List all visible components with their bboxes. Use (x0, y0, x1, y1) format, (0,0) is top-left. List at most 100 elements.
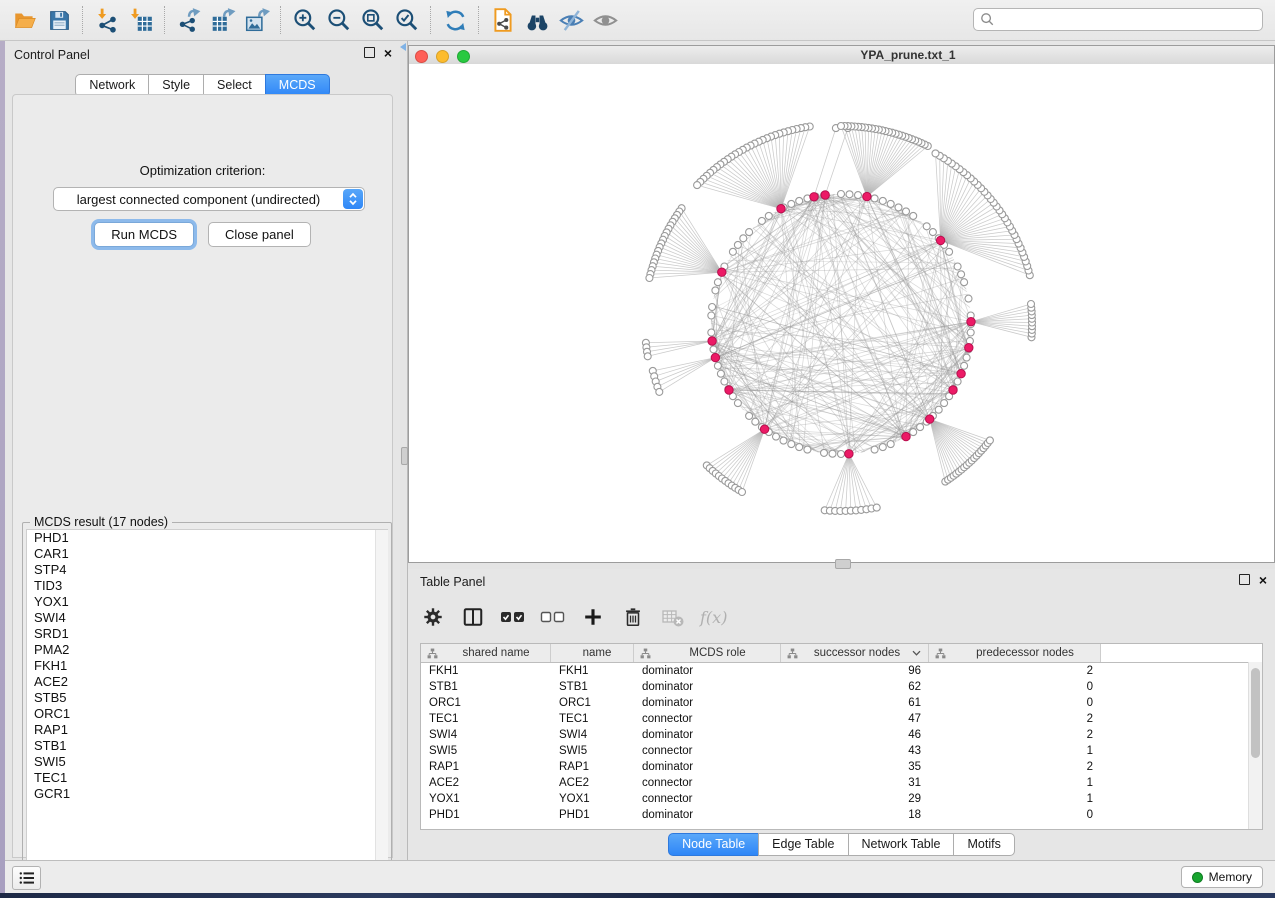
column-header-predecessor-nodes[interactable]: predecessor nodes (929, 644, 1101, 662)
table-cell-shared-name[interactable]: SWI4 (421, 729, 551, 741)
table-cell-mcds-role[interactable]: connector (634, 713, 781, 725)
table-cell-predecessor-nodes[interactable]: 0 (929, 681, 1101, 693)
network-leaf-node[interactable] (656, 388, 663, 395)
table-cell-shared-name[interactable]: ACE2 (421, 777, 551, 789)
network-leaf-node[interactable] (932, 150, 939, 157)
mcds-result-item[interactable]: TID3 (27, 578, 387, 594)
network-node[interactable] (773, 433, 780, 440)
table-cell-shared-name[interactable]: YOX1 (421, 793, 551, 805)
network-node[interactable] (788, 200, 795, 207)
network-node[interactable] (941, 400, 948, 407)
network-node[interactable] (729, 248, 736, 255)
mcds-result-item[interactable]: PHD1 (27, 530, 387, 546)
delete-column-button[interactable] (620, 604, 646, 630)
network-mcds-node[interactable] (845, 450, 853, 458)
network-node[interactable] (855, 192, 862, 199)
close-window-icon[interactable] (415, 50, 428, 63)
save-session-button[interactable] (42, 5, 76, 35)
mcds-result-item[interactable]: TEC1 (27, 770, 387, 786)
table-cell-successor-nodes[interactable]: 61 (781, 697, 929, 709)
network-node[interactable] (765, 212, 772, 219)
hide-selected-button[interactable] (554, 5, 588, 35)
network-node[interactable] (887, 441, 894, 448)
export-network-button[interactable] (172, 5, 206, 35)
table-cell-successor-nodes[interactable]: 62 (781, 681, 929, 693)
network-mcds-node[interactable] (810, 193, 818, 201)
table-cell-successor-nodes[interactable]: 29 (781, 793, 929, 805)
network-leaf-node[interactable] (838, 123, 845, 130)
table-row[interactable]: PHD1PHD1dominator180 (421, 807, 1262, 823)
select-all-button[interactable] (500, 604, 526, 630)
network-mcds-node[interactable] (711, 353, 719, 361)
table-cell-name[interactable]: RAP1 (551, 761, 634, 773)
table-cell-shared-name[interactable]: ORC1 (421, 697, 551, 709)
network-node[interactable] (740, 235, 747, 242)
network-node[interactable] (910, 429, 917, 436)
table-cell-name[interactable]: YOX1 (551, 793, 634, 805)
splitter-handle[interactable] (401, 447, 408, 465)
mcds-result-item[interactable]: YOX1 (27, 594, 387, 610)
network-node[interactable] (714, 279, 721, 286)
table-cell-predecessor-nodes[interactable]: 0 (929, 697, 1101, 709)
network-leaf-node[interactable] (739, 489, 746, 496)
table-cell-mcds-role[interactable]: dominator (634, 809, 781, 821)
table-cell-successor-nodes[interactable]: 47 (781, 713, 929, 725)
import-table-button[interactable] (124, 5, 158, 35)
mcds-result-item[interactable]: GCR1 (27, 786, 387, 802)
network-node[interactable] (804, 446, 811, 453)
network-node[interactable] (954, 263, 961, 270)
search-field[interactable] (973, 8, 1263, 31)
table-cell-shared-name[interactable]: TEC1 (421, 713, 551, 725)
table-cell-shared-name[interactable]: STB1 (421, 681, 551, 693)
table-cell-predecessor-nodes[interactable]: 2 (929, 665, 1101, 677)
mcds-result-item[interactable]: STB5 (27, 690, 387, 706)
network-node[interactable] (923, 223, 930, 230)
network-node[interactable] (710, 346, 717, 353)
network-node[interactable] (717, 370, 724, 377)
network-node[interactable] (887, 200, 894, 207)
network-window-titlebar[interactable]: YPA_prune.txt_1 (409, 46, 1274, 65)
mcds-result-item[interactable]: STP4 (27, 562, 387, 578)
close-panel-button[interactable]: Close panel (208, 222, 311, 247)
network-node[interactable] (954, 378, 961, 385)
mcds-result-item[interactable]: STB1 (27, 738, 387, 754)
network-node[interactable] (846, 191, 853, 198)
import-network-button[interactable] (90, 5, 124, 35)
network-mcds-node[interactable] (708, 337, 716, 345)
splitter-collapse-icon[interactable] (400, 43, 406, 51)
network-leaf-node[interactable] (986, 437, 993, 444)
float-panel-icon[interactable] (364, 47, 375, 58)
mcds-result-item[interactable]: SWI4 (27, 610, 387, 626)
table-cell-successor-nodes[interactable]: 46 (781, 729, 929, 741)
network-node[interactable] (903, 208, 910, 215)
table-cell-name[interactable]: SWI5 (551, 745, 634, 757)
search-input[interactable] (999, 10, 1262, 30)
column-header-shared-name[interactable]: shared name (421, 644, 551, 662)
network-node[interactable] (895, 204, 902, 211)
tab-node-table[interactable]: Node Table (668, 833, 759, 856)
table-cell-predecessor-nodes[interactable]: 2 (929, 761, 1101, 773)
table-cell-successor-nodes[interactable]: 18 (781, 809, 929, 821)
mcds-result-item[interactable]: SWI5 (27, 754, 387, 770)
network-node[interactable] (917, 424, 924, 431)
table-cell-mcds-role[interactable]: dominator (634, 681, 781, 693)
network-leaf-node[interactable] (1028, 301, 1035, 308)
network-node[interactable] (910, 212, 917, 219)
network-node[interactable] (758, 217, 765, 224)
table-row[interactable]: SWI4SWI4dominator462 (421, 727, 1262, 743)
table-cell-mcds-role[interactable]: connector (634, 793, 781, 805)
column-header-name[interactable]: name (551, 644, 634, 662)
table-row[interactable]: TEC1TEC1connector472 (421, 711, 1262, 727)
network-node[interactable] (871, 195, 878, 202)
mcds-result-item[interactable]: FKH1 (27, 658, 387, 674)
table-cell-predecessor-nodes[interactable]: 2 (929, 729, 1101, 741)
zoom-out-button[interactable] (322, 5, 356, 35)
network-leaf-node[interactable] (873, 504, 880, 511)
network-node[interactable] (838, 451, 845, 458)
network-mcds-node[interactable] (965, 344, 973, 352)
table-cell-predecessor-nodes[interactable]: 0 (929, 809, 1101, 821)
network-node[interactable] (712, 287, 719, 294)
vertical-splitter[interactable] (400, 41, 408, 860)
network-node[interactable] (796, 197, 803, 204)
show-columns-button[interactable] (460, 604, 486, 630)
